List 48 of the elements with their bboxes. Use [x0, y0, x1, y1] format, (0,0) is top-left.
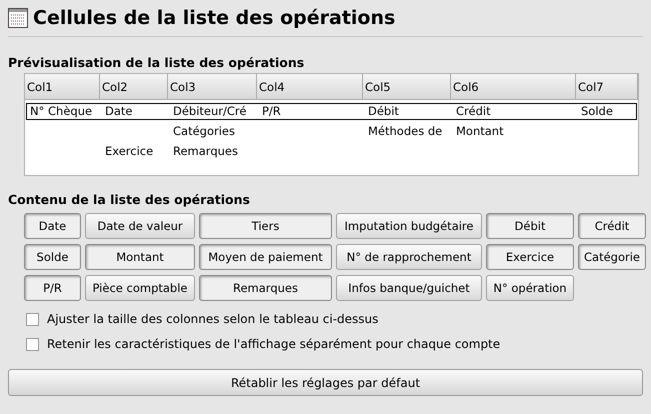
column-header[interactable]: Col3: [168, 74, 257, 100]
column-toggle-button[interactable]: Catégorie: [578, 244, 646, 270]
column-toggle-button[interactable]: Date de valeur: [85, 213, 195, 239]
table-cell-text: P/R: [261, 104, 282, 119]
page-title: Cellules de la liste des opérations: [33, 6, 396, 30]
table-row[interactable]: N° Chèque Date Débiteur/Cré P/R Débit Crédit Solde: [26, 103, 637, 120]
column-header[interactable]: Col7: [576, 74, 638, 100]
reset-button[interactable]: Rétablir les réglages par défaut: [8, 369, 643, 396]
column-toggle-button[interactable]: Pièce comptable: [85, 275, 195, 301]
column-toggle-button[interactable]: Infos banque/guichet: [336, 275, 482, 301]
column-header[interactable]: Col5: [363, 74, 451, 100]
column-header[interactable]: Col2: [100, 74, 168, 100]
column-toggle-button[interactable]: Remarques: [199, 275, 332, 301]
column-toggle-button[interactable]: P/R: [24, 275, 81, 301]
table-row[interactable]: Exercice Remarques: [26, 143, 637, 160]
table-row[interactable]: Catégories Méthodes de Montant: [26, 123, 637, 140]
table-cell-text: Débiteur/Cré: [172, 104, 248, 119]
table-icon: [8, 8, 28, 28]
section-heading: Contenu de la liste des opérations: [8, 192, 251, 208]
table-cell-text: Date: [104, 104, 134, 119]
table-cell-text: Montant: [455, 124, 505, 139]
table-cell-text: Méthodes de: [367, 124, 444, 139]
column-header[interactable]: Col6: [451, 74, 576, 100]
column-header[interactable]: Col1: [25, 74, 100, 100]
column-toggle-button[interactable]: Crédit: [578, 213, 646, 239]
table-cell-text: N° Chèque: [29, 104, 94, 119]
column-toggle-button[interactable]: Moyen de paiement: [199, 244, 332, 270]
column-toggle-button[interactable]: Date: [24, 213, 81, 239]
table-cell-text: Exercice: [104, 144, 154, 159]
table-cell-text: Solde: [580, 104, 614, 119]
column-toggle-button[interactable]: Débit: [486, 213, 574, 239]
column-toggle-button[interactable]: N° opération: [486, 275, 574, 301]
option-label: Ajuster la taille des colonnes selon le tableau ci-dessus: [47, 312, 378, 326]
column-toggle-button[interactable]: Exercice: [486, 244, 574, 270]
column-toggle-button[interactable]: Tiers: [199, 213, 332, 239]
column-toggle-button[interactable]: Imputation budgétaire: [336, 213, 482, 239]
checkbox[interactable]: [26, 338, 39, 350]
section-heading: Prévisualisation de la liste des opérations: [8, 55, 306, 71]
option-label: Retenir les caractéristiques de l'affichage séparément pour chaque compte: [47, 337, 500, 351]
table-cell-text: Débit: [367, 104, 400, 119]
table-cell-text: Crédit: [455, 104, 492, 119]
table-cell-text: Remarques: [172, 144, 239, 159]
column-toggle-button[interactable]: Solde: [24, 244, 81, 270]
column-header[interactable]: Col4: [257, 74, 363, 100]
table-cell-text: Catégories: [172, 124, 236, 139]
checkbox[interactable]: [26, 312, 39, 326]
column-toggle-button[interactable]: N° de rapprochement: [336, 244, 482, 270]
column-toggle-button[interactable]: Montant: [85, 244, 195, 270]
